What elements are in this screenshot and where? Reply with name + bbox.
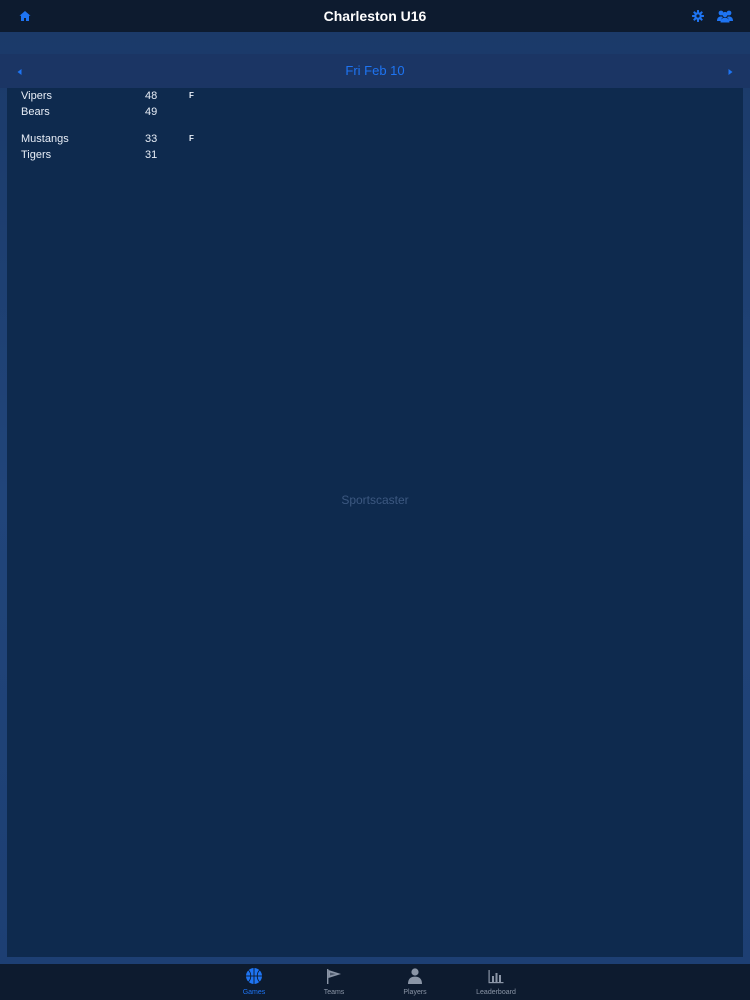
tab-label: Leaderboard	[476, 989, 516, 996]
top-navbar: Charleston U16	[0, 0, 750, 32]
tab-teams[interactable]: Teams	[299, 964, 369, 1000]
team-name: Tigers	[21, 149, 52, 161]
basketball-icon	[246, 968, 262, 984]
team-row: Bears 49	[7, 104, 743, 120]
team-score: 33	[145, 133, 158, 145]
team-row: Vipers 48 F	[7, 88, 743, 104]
team-name: Vipers	[21, 90, 52, 102]
team-score: 31	[145, 149, 158, 161]
team-score: 48	[145, 90, 158, 102]
tab-leaderboard[interactable]: Leaderboard	[461, 964, 531, 1000]
team-icon[interactable]	[716, 9, 734, 23]
next-date-arrow-icon[interactable]	[724, 65, 736, 77]
game-item[interactable]: Vipers 48 F Bears 49	[7, 88, 743, 128]
player-icon	[408, 968, 422, 984]
page-title: Charleston U16	[323, 8, 427, 24]
team-name: Mustangs	[21, 133, 69, 145]
tab-players[interactable]: Players	[380, 964, 450, 1000]
tab-label: Players	[403, 989, 427, 996]
team-row: Mustangs 33 F	[7, 131, 743, 147]
tab-games[interactable]: Games	[219, 964, 289, 1000]
bar-chart-icon	[488, 970, 504, 984]
game-item[interactable]: Mustangs 33 F Tigers 31	[7, 131, 743, 171]
pennant-icon	[327, 969, 341, 984]
games-list: Vipers 48 F Bears 49 Mustangs 33 F Tiger…	[7, 88, 743, 957]
gear-icon[interactable]	[691, 9, 705, 23]
date-label[interactable]: Fri Feb 10	[0, 54, 750, 88]
tab-label: Teams	[323, 989, 345, 996]
date-selector: Fri Feb 10	[0, 54, 750, 88]
tab-label: Games	[242, 989, 266, 996]
team-row: Tigers 31	[7, 147, 743, 163]
game-status: F	[189, 134, 194, 143]
team-name: Bears	[21, 106, 50, 118]
team-score: 49	[145, 106, 158, 118]
watermark-text: Sportscaster	[341, 493, 409, 507]
bottom-tab-bar: Games Teams Players Leaderboard	[0, 964, 750, 1000]
game-status: F	[189, 91, 194, 100]
